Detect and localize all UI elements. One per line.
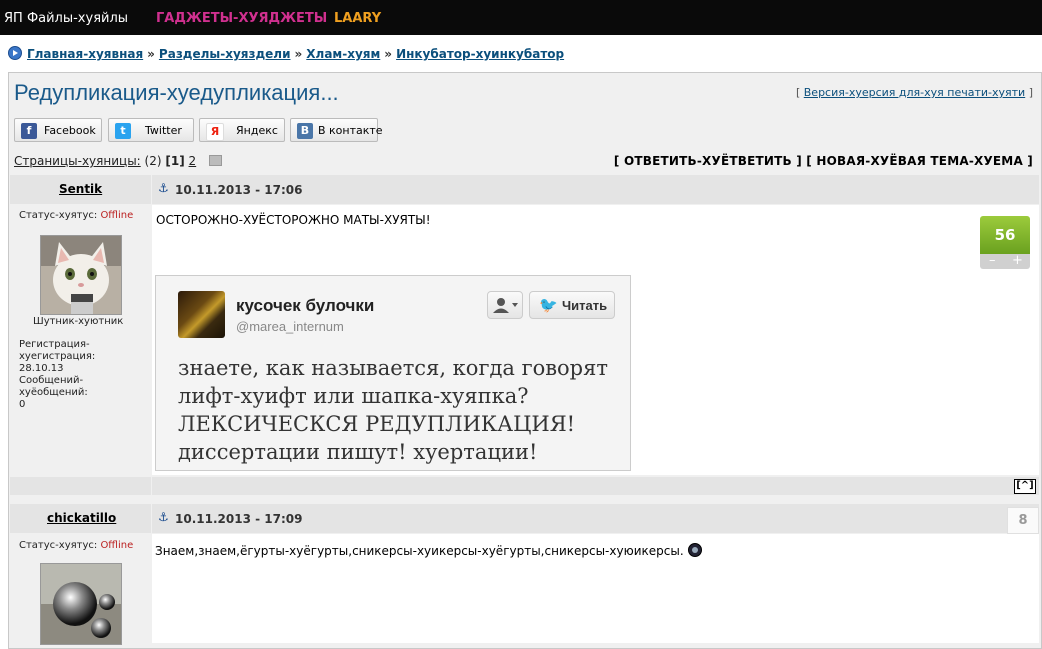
user-status: Статус-хуятус: Offline (19, 540, 133, 551)
breadcrumb-separator: » (294, 47, 303, 61)
twitter-icon: t (115, 123, 131, 139)
top-navigation: ЯП Файлы-хуяйлы ГАДЖЕТЫ-ХУЯДЖЕТЫ LAARY (0, 0, 1042, 35)
bracket: [ (795, 86, 801, 99)
breadcrumb-separator: » (384, 47, 393, 61)
tweet-follow-button[interactable]: 🐦 Читать (529, 291, 615, 319)
tweet-author-handle[interactable]: @marea_internum (236, 319, 344, 334)
post-text: ОСТОРОЖНО-ХУЁСТОРОЖНО МАТЫ-ХУЯТЫ! (156, 213, 431, 227)
post-text: Знаем,знаем,ёгурты-хуёгурты,сникерсы-хуи… (155, 543, 702, 558)
new-topic-button[interactable]: [ НОВАЯ-ХУЁВАЯ ТЕМА-ХУЕМА ] (806, 154, 1033, 168)
avatar[interactable] (40, 235, 122, 315)
bracket: ] (1028, 86, 1033, 99)
post-footer-left (10, 477, 151, 495)
breadcrumb-incubator[interactable]: Инкубатор-хуинкубатор (396, 47, 564, 61)
pagination-label[interactable]: Страницы-хуяницы: (14, 154, 141, 168)
home-icon[interactable] (8, 46, 22, 60)
msg-label: Сообщений-хуёобщений: (19, 375, 88, 398)
tweet-avatar[interactable] (178, 291, 225, 338)
reg-date: 28.10.13 (19, 363, 64, 374)
tweet-line: ЛЕКСИЧЕСКСЯ РЕДУПЛИКАЦИЯ! (178, 412, 576, 436)
avatar[interactable] (40, 563, 122, 645)
nav-gadgets[interactable]: ГАДЖЕТЫ-ХУЯДЖЕТЫ (156, 11, 327, 26)
vk-label: В контакте (318, 124, 383, 137)
breadcrumb-separator: » (147, 47, 155, 61)
breadcrumb-junk[interactable]: Хлам-хуям (306, 47, 380, 61)
rating-plus-button[interactable]: + (1012, 254, 1023, 268)
scroll-top-button[interactable]: [^] (1014, 479, 1036, 494)
user-title: Шутник-хуютник (33, 316, 124, 327)
anchor-icon[interactable]: ⚓ (158, 181, 169, 195)
twitter-share-button[interactable]: t Twitter (108, 118, 194, 142)
yandex-share-button[interactable]: Я Яндекс (199, 118, 285, 142)
nav-laary[interactable]: LAARY (334, 11, 381, 26)
author-link[interactable]: Sentik (59, 182, 102, 196)
pagination-current: [1] (165, 154, 185, 168)
post-footer (152, 477, 1039, 495)
breadcrumb-sections[interactable]: Разделы-хуяздели (159, 47, 291, 61)
rating-controls: – + (980, 254, 1030, 269)
vk-share-button[interactable]: B В контакте (290, 118, 383, 142)
user-status: Статус-хуятус: Offline (19, 210, 133, 221)
yandex-icon: Я (206, 123, 224, 141)
tweet-author-name[interactable]: кусочек булочки (236, 296, 374, 316)
pagination-dropdown-icon[interactable] (209, 155, 222, 166)
yandex-label: Яндекс (236, 124, 278, 137)
status-offline: Offline (100, 540, 134, 551)
nav-files[interactable]: ЯП Файлы-хуяйлы (4, 11, 128, 26)
msg-count: 0 (19, 399, 26, 410)
reg-label: Регистрация-хуегистрация: (19, 339, 96, 362)
print-version-link[interactable]: Версия-хуерсия для-хуя печати-хуяти (804, 86, 1025, 99)
print-version: [ Версия-хуерсия для-хуя печати-хуяти ] (796, 86, 1033, 99)
bird-icon: 🐦 (539, 297, 558, 314)
tweet-user-menu-button[interactable] (487, 291, 523, 319)
pagination: Страницы-хуяницы: (2) [1] 2 (14, 154, 222, 168)
page-title: Редупликация-хуедупликация... (14, 80, 339, 105)
tweet-follow-label: Читать (562, 298, 608, 313)
author-link[interactable]: chickatillo (47, 511, 116, 525)
facebook-share-button[interactable]: f Facebook (14, 118, 102, 142)
facebook-icon: f (21, 123, 37, 139)
user-info: Регистрация-хуегистрация: 28.10.13 Сообщ… (19, 339, 149, 411)
status-label: Статус-хуятус: (19, 210, 98, 221)
facebook-label: Facebook (44, 124, 96, 137)
reply-button[interactable]: [ ОТВЕТИТЬ-ХУЁТВЕТИТЬ ] (614, 154, 802, 168)
vk-icon: B (297, 123, 313, 139)
tweet-line: знаете, как называется, когда говорят (178, 356, 608, 380)
pagination-total: (2) (144, 154, 162, 168)
pagination-next[interactable]: 2 (189, 154, 197, 168)
rating-value: 8 (1007, 507, 1039, 534)
smile-icon (687, 543, 702, 557)
status-offline: Offline (100, 210, 134, 221)
chrome-spheres-avatar-image (41, 564, 121, 644)
topic-actions: [ ОТВЕТИТЬ-ХУЁТВЕТИТЬ ] [ НОВАЯ-ХУЁВАЯ Т… (614, 154, 1033, 168)
breadcrumb: Главная-хуявная» Разделы-хуяздели» Хлам-ху… (8, 46, 564, 62)
anchor-icon[interactable]: ⚓ (158, 510, 169, 524)
cat-avatar-image (41, 236, 121, 314)
tweet-text: знаете, как называется, когда говорят ли… (178, 354, 618, 466)
post-date: 10.11.2013 - 17:09 (175, 512, 303, 526)
breadcrumb-home[interactable]: Главная-хуявная (27, 47, 143, 61)
rating-minus-button[interactable]: – (989, 254, 996, 268)
user-icon (493, 298, 518, 313)
tweet-line: лифт-хуифт или шапка-хуяпка? (178, 384, 529, 408)
post-text-content: Знаем,знаем,ёгурты-хуёгурты,сникерсы-хуи… (155, 544, 684, 558)
embedded-tweet: кусочек булочки @marea_internum 🐦 Читать… (155, 275, 631, 471)
rating-value: 56 (980, 216, 1030, 254)
status-label: Статус-хуятус: (19, 540, 98, 551)
tweet-line: диссертации пишут! хуертации! (178, 440, 538, 464)
twitter-label: Twitter (145, 124, 182, 137)
post-date: 10.11.2013 - 17:06 (175, 183, 303, 197)
